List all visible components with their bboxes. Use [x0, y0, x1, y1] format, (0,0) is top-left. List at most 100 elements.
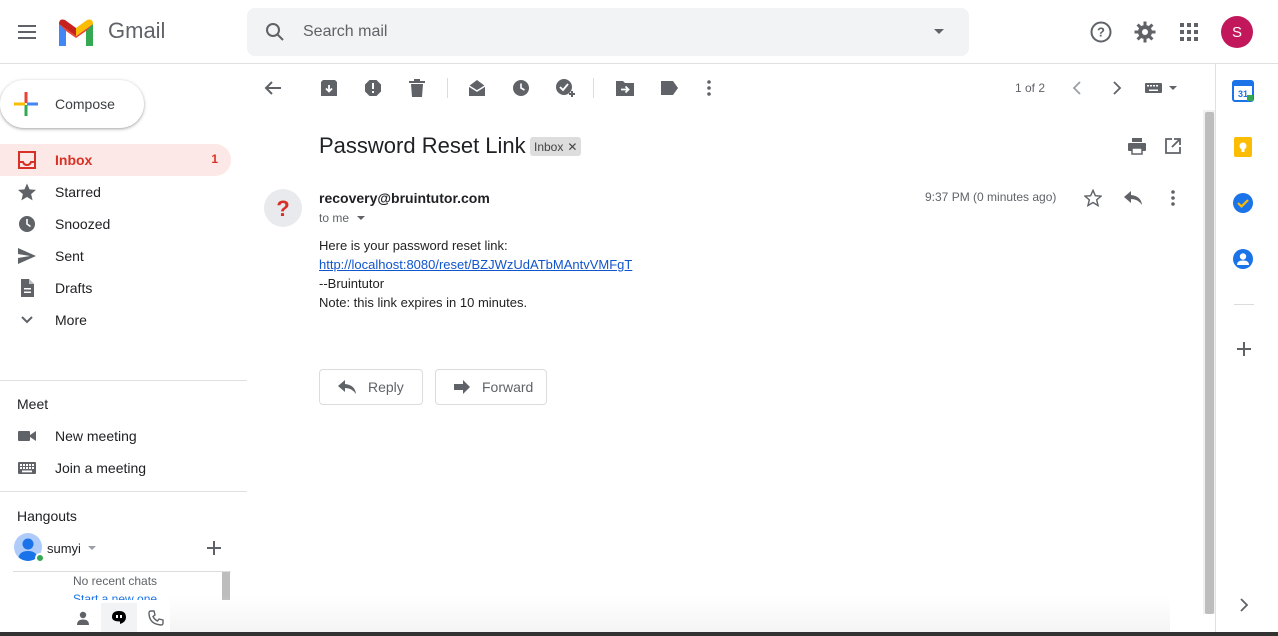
sidebar-item-sent[interactable]: Sent — [0, 240, 231, 272]
archive-icon[interactable] — [313, 72, 345, 104]
sidebar-item-label: Starred — [55, 184, 101, 200]
sidebar-item-label: Drafts — [55, 280, 93, 296]
apps-grid-icon[interactable] — [1169, 12, 1209, 52]
google-calendar-icon[interactable]: 31 — [1232, 80, 1256, 104]
sidebar-item-label: Sent — [55, 248, 84, 264]
sidebar-divider — [0, 491, 247, 492]
hide-side-panel-chevron-icon[interactable] — [1232, 593, 1256, 617]
newer-chevron-left-icon[interactable] — [1061, 72, 1093, 104]
google-tasks-icon[interactable] — [1232, 192, 1256, 216]
recipient-summary: to me — [319, 211, 350, 225]
label-tag-icon[interactable] — [653, 72, 685, 104]
sender-unknown-avatar-icon[interactable]: ? — [264, 189, 302, 227]
google-contacts-icon[interactable] — [1232, 248, 1256, 272]
older-chevron-right-icon[interactable] — [1101, 72, 1133, 104]
search-icon[interactable] — [255, 12, 295, 52]
caret-down-icon[interactable] — [87, 543, 97, 553]
open-in-new-window-icon[interactable] — [1161, 134, 1185, 158]
back-arrow-icon[interactable] — [257, 72, 289, 104]
account-avatar[interactable]: S — [1221, 16, 1253, 48]
side-panel-divider — [1234, 304, 1254, 305]
inbox-icon — [17, 150, 37, 170]
meet-new-meeting[interactable]: New meeting — [0, 420, 231, 452]
remove-label-close-icon[interactable]: ✕ — [567, 140, 577, 154]
start-new-chat-link[interactable]: Start a new one — [73, 592, 157, 600]
reply-button-label: Reply — [368, 379, 404, 395]
forward-arrow-icon — [454, 380, 470, 394]
reset-link-anchor[interactable]: http://localhost:8080/reset/BZJWzUdATbMA… — [319, 257, 632, 272]
more-options-vertical-icon[interactable] — [693, 72, 725, 104]
settings-gear-icon[interactable] — [1125, 12, 1165, 52]
bottom-shadow — [170, 596, 1170, 636]
google-keep-icon[interactable] — [1232, 136, 1256, 160]
sidebar-item-drafts[interactable]: Drafts — [0, 272, 231, 304]
sidebar-divider — [0, 380, 247, 381]
meet-item-label: Join a meeting — [55, 460, 147, 476]
compose-label: Compose — [55, 96, 115, 112]
main-menu-icon[interactable] — [8, 12, 48, 52]
sidebar-item-label: Snoozed — [55, 216, 111, 232]
email-subject: Password Reset Link — [319, 133, 526, 158]
search-options-dropdown-icon[interactable] — [919, 12, 959, 52]
show-details-caret-icon[interactable] — [357, 214, 365, 222]
sidebar-item-label: More — [55, 312, 87, 328]
star-outline-icon[interactable] — [1081, 186, 1105, 210]
input-tools-keyboard-icon[interactable] — [1141, 72, 1181, 104]
toolbar-divider — [447, 78, 448, 98]
keyboard-icon — [17, 458, 37, 478]
email-timestamp: 9:37 PM (0 minutes ago) — [925, 190, 1057, 204]
phone-icon[interactable] — [138, 603, 174, 633]
search-input[interactable] — [303, 20, 903, 44]
delete-trash-icon[interactable] — [401, 72, 433, 104]
help-icon[interactable]: ? — [1081, 12, 1121, 52]
move-to-folder-icon[interactable] — [609, 72, 641, 104]
hangouts-user-name[interactable]: sumyi — [47, 541, 81, 556]
svg-text:31: 31 — [1238, 89, 1248, 99]
top-header: Gmail ? S — [0, 0, 1278, 64]
reply-button[interactable]: Reply — [319, 369, 423, 405]
video-camera-icon — [17, 426, 37, 446]
password-reset-link[interactable]: http://localhost:8080/reset/BZJWzUdATbMA… — [319, 257, 632, 272]
label-chip-text: Inbox — [534, 139, 564, 154]
inbox-label-chip[interactable]: Inbox ✕ — [530, 137, 582, 156]
gmail-logo-icon[interactable] — [56, 16, 96, 48]
meet-section-title: Meet — [17, 396, 49, 412]
compose-button[interactable]: Compose — [0, 80, 144, 128]
email-body-line: Note: this link expires in 10 minutes. — [319, 295, 528, 310]
add-chat-icon[interactable] — [202, 536, 226, 560]
sidebar-item-inbox[interactable]: Inbox 1 — [0, 144, 231, 176]
hangouts-chat-icon[interactable] — [101, 603, 137, 633]
sender-email[interactable]: recovery@bruintutor.com — [319, 190, 490, 206]
draft-icon — [17, 278, 37, 298]
search-bar[interactable] — [247, 8, 969, 56]
sidebar-item-snoozed[interactable]: Snoozed — [0, 208, 231, 240]
reply-arrow-icon[interactable] — [1121, 186, 1145, 210]
sidebar-item-label: Inbox — [55, 152, 93, 168]
unread-count-badge: 1 — [211, 152, 218, 166]
mark-unread-icon[interactable] — [461, 72, 493, 104]
meet-join-meeting[interactable]: Join a meeting — [0, 452, 231, 484]
sidebar-item-starred[interactable]: Starred — [0, 176, 231, 208]
forward-button-label: Forward — [482, 379, 534, 395]
svg-text:?: ? — [1097, 25, 1105, 40]
app-name[interactable]: Gmail — [108, 18, 165, 44]
report-spam-icon[interactable] — [357, 72, 389, 104]
no-recent-chats-text: No recent chats — [73, 574, 158, 588]
get-addons-plus-icon[interactable] — [1232, 337, 1256, 361]
more-options-vertical-icon[interactable] — [1161, 186, 1185, 210]
snooze-clock-icon[interactable] — [505, 72, 537, 104]
forward-button[interactable]: Forward — [435, 369, 547, 405]
hangouts-section-title: Hangouts — [17, 508, 77, 524]
main-scrollbar-thumb[interactable] — [1205, 112, 1214, 614]
clock-icon — [17, 214, 37, 234]
star-icon — [17, 182, 37, 202]
sidebar-item-more[interactable]: More — [0, 304, 231, 336]
print-icon[interactable] — [1125, 134, 1149, 158]
chevron-down-icon — [17, 310, 37, 330]
reply-arrow-icon — [338, 380, 356, 394]
toolbar-divider — [593, 78, 594, 98]
online-status-dot — [35, 553, 45, 563]
contacts-person-icon[interactable] — [65, 603, 101, 633]
add-to-tasks-icon[interactable] — [549, 72, 581, 104]
meet-item-label: New meeting — [55, 428, 137, 444]
